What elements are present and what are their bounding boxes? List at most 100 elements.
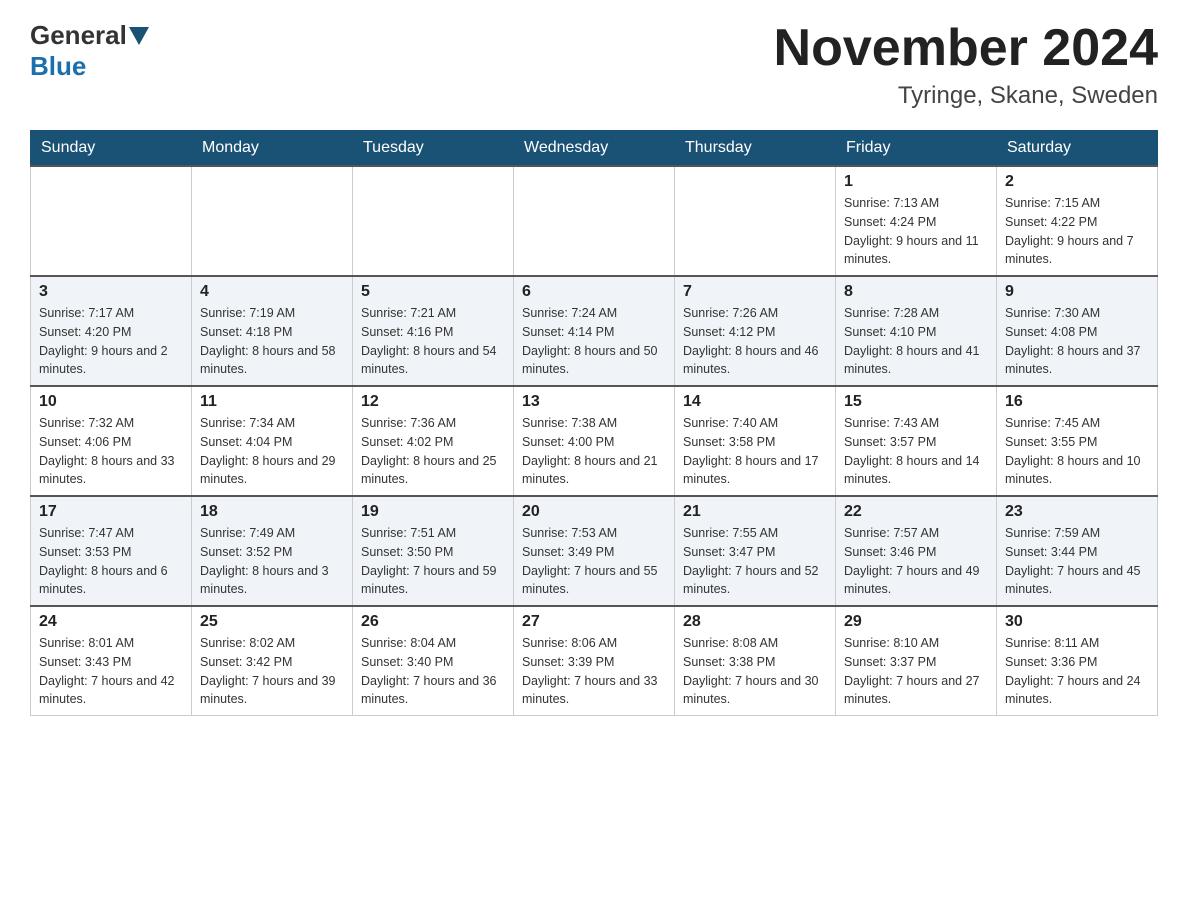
sunrise-text: Sunrise: 7:13 AM	[844, 194, 988, 213]
day-info: Sunrise: 7:51 AMSunset: 3:50 PMDaylight:…	[361, 524, 505, 599]
day-info: Sunrise: 8:11 AMSunset: 3:36 PMDaylight:…	[1005, 634, 1149, 709]
daylight-text: Daylight: 7 hours and 52 minutes.	[683, 562, 827, 600]
header-wednesday: Wednesday	[514, 131, 675, 167]
day-number: 30	[1005, 613, 1149, 631]
daylight-text: Daylight: 9 hours and 11 minutes.	[844, 232, 988, 270]
sunset-text: Sunset: 3:38 PM	[683, 653, 827, 672]
sunset-text: Sunset: 4:06 PM	[39, 433, 183, 452]
sunrise-text: Sunrise: 7:36 AM	[361, 414, 505, 433]
daylight-text: Daylight: 8 hours and 58 minutes.	[200, 342, 344, 380]
day-number: 22	[844, 503, 988, 521]
sunset-text: Sunset: 3:49 PM	[522, 543, 666, 562]
sunset-text: Sunset: 3:58 PM	[683, 433, 827, 452]
daylight-text: Daylight: 8 hours and 6 minutes.	[39, 562, 183, 600]
sunset-text: Sunset: 3:37 PM	[844, 653, 988, 672]
calendar-cell: 27Sunrise: 8:06 AMSunset: 3:39 PMDayligh…	[514, 606, 675, 716]
sunset-text: Sunset: 4:00 PM	[522, 433, 666, 452]
calendar-cell: 12Sunrise: 7:36 AMSunset: 4:02 PMDayligh…	[353, 386, 514, 496]
day-info: Sunrise: 7:57 AMSunset: 3:46 PMDaylight:…	[844, 524, 988, 599]
day-info: Sunrise: 7:59 AMSunset: 3:44 PMDaylight:…	[1005, 524, 1149, 599]
day-info: Sunrise: 7:32 AMSunset: 4:06 PMDaylight:…	[39, 414, 183, 489]
day-info: Sunrise: 7:30 AMSunset: 4:08 PMDaylight:…	[1005, 304, 1149, 379]
day-info: Sunrise: 7:38 AMSunset: 4:00 PMDaylight:…	[522, 414, 666, 489]
sunrise-text: Sunrise: 7:15 AM	[1005, 194, 1149, 213]
sunset-text: Sunset: 4:18 PM	[200, 323, 344, 342]
calendar-cell: 22 Sunrise: 7:57 AMSunset: 3:46 PMDayligh…	[836, 496, 997, 606]
day-info: Sunrise: 7:36 AMSunset: 4:02 PMDaylight:…	[361, 414, 505, 489]
calendar-header-row: Sunday Monday Tuesday Wednesday Thursday…	[31, 131, 1158, 167]
sunset-text: Sunset: 3:47 PM	[683, 543, 827, 562]
daylight-text: Daylight: 8 hours and 41 minutes.	[844, 342, 988, 380]
calendar-cell: 26 Sunrise: 8:04 AMSunset: 3:40 PMDayligh…	[353, 606, 514, 716]
calendar-cell: 23 Sunrise: 7:59 AMSunset: 3:44 PMDayligh…	[997, 496, 1158, 606]
header-friday: Friday	[836, 131, 997, 167]
day-info: Sunrise: 7:47 AMSunset: 3:53 PMDaylight:…	[39, 524, 183, 599]
daylight-text: Daylight: 9 hours and 7 minutes.	[1005, 232, 1149, 270]
sunrise-text: Sunrise: 7:38 AM	[522, 414, 666, 433]
day-info: Sunrise: 8:02 AMSunset: 3:42 PMDaylight:…	[200, 634, 344, 709]
day-number: 23	[1005, 503, 1149, 521]
sunrise-text: Sunrise: 7:40 AM	[683, 414, 827, 433]
day-info: Sunrise: 7:15 AMSunset: 4:22 PMDaylight:…	[1005, 194, 1149, 269]
header-saturday: Saturday	[997, 131, 1158, 167]
calendar-week-row-2: 3Sunrise: 7:17 AMSunset: 4:20 PMDaylight…	[31, 276, 1158, 386]
sunset-text: Sunset: 3:57 PM	[844, 433, 988, 452]
sunrise-text: Sunrise: 8:06 AM	[522, 634, 666, 653]
day-info: Sunrise: 7:45 AMSunset: 3:55 PMDaylight:…	[1005, 414, 1149, 489]
sunset-text: Sunset: 4:22 PM	[1005, 213, 1149, 232]
day-info: Sunrise: 8:01 AMSunset: 3:43 PMDaylight:…	[39, 634, 183, 709]
day-info: Sunrise: 8:08 AMSunset: 3:38 PMDaylight:…	[683, 634, 827, 709]
calendar-table: Sunday Monday Tuesday Wednesday Thursday…	[30, 130, 1158, 716]
sunrise-text: Sunrise: 7:17 AM	[39, 304, 183, 323]
day-number: 13	[522, 393, 666, 411]
calendar-cell: 20Sunrise: 7:53 AMSunset: 3:49 PMDayligh…	[514, 496, 675, 606]
daylight-text: Daylight: 7 hours and 55 minutes.	[522, 562, 666, 600]
header-tuesday: Tuesday	[353, 131, 514, 167]
daylight-text: Daylight: 7 hours and 27 minutes.	[844, 672, 988, 710]
day-info: Sunrise: 7:13 AMSunset: 4:24 PMDaylight:…	[844, 194, 988, 269]
daylight-text: Daylight: 7 hours and 33 minutes.	[522, 672, 666, 710]
daylight-text: Daylight: 8 hours and 46 minutes.	[683, 342, 827, 380]
sunset-text: Sunset: 4:12 PM	[683, 323, 827, 342]
sunrise-text: Sunrise: 7:21 AM	[361, 304, 505, 323]
day-number: 5	[361, 283, 505, 301]
day-number: 9	[1005, 283, 1149, 301]
calendar-cell: 9 Sunrise: 7:30 AMSunset: 4:08 PMDaylight…	[997, 276, 1158, 386]
day-info: Sunrise: 7:49 AMSunset: 3:52 PMDaylight:…	[200, 524, 344, 599]
day-info: Sunrise: 7:19 AMSunset: 4:18 PMDaylight:…	[200, 304, 344, 379]
calendar-cell: 10Sunrise: 7:32 AMSunset: 4:06 PMDayligh…	[31, 386, 192, 496]
daylight-text: Daylight: 7 hours and 39 minutes.	[200, 672, 344, 710]
daylight-text: Daylight: 7 hours and 45 minutes.	[1005, 562, 1149, 600]
day-info: Sunrise: 8:04 AMSunset: 3:40 PMDaylight:…	[361, 634, 505, 709]
sunrise-text: Sunrise: 7:49 AM	[200, 524, 344, 543]
day-number: 4	[200, 283, 344, 301]
calendar-cell: 5Sunrise: 7:21 AMSunset: 4:16 PMDaylight…	[353, 276, 514, 386]
day-info: Sunrise: 8:06 AMSunset: 3:39 PMDaylight:…	[522, 634, 666, 709]
day-number: 25	[200, 613, 344, 631]
sunset-text: Sunset: 4:14 PM	[522, 323, 666, 342]
sunset-text: Sunset: 3:46 PM	[844, 543, 988, 562]
daylight-text: Daylight: 8 hours and 17 minutes.	[683, 452, 827, 490]
calendar-cell: 3Sunrise: 7:17 AMSunset: 4:20 PMDaylight…	[31, 276, 192, 386]
day-number: 19	[361, 503, 505, 521]
daylight-text: Daylight: 7 hours and 59 minutes.	[361, 562, 505, 600]
calendar-cell: 7Sunrise: 7:26 AMSunset: 4:12 PMDaylight…	[675, 276, 836, 386]
logo-triangle-icon	[129, 27, 149, 45]
logo-general-text: General	[30, 20, 127, 51]
calendar-cell: 11Sunrise: 7:34 AMSunset: 4:04 PMDayligh…	[192, 386, 353, 496]
daylight-text: Daylight: 8 hours and 29 minutes.	[200, 452, 344, 490]
sunrise-text: Sunrise: 7:34 AM	[200, 414, 344, 433]
day-number: 2	[1005, 173, 1149, 191]
day-number: 11	[200, 393, 344, 411]
sunrise-text: Sunrise: 8:08 AM	[683, 634, 827, 653]
sunset-text: Sunset: 4:24 PM	[844, 213, 988, 232]
day-number: 17	[39, 503, 183, 521]
header: General Blue November 2024 Tyringe, Skan…	[30, 20, 1158, 110]
day-number: 26	[361, 613, 505, 631]
day-info: Sunrise: 7:28 AMSunset: 4:10 PMDaylight:…	[844, 304, 988, 379]
day-info: Sunrise: 7:40 AMSunset: 3:58 PMDaylight:…	[683, 414, 827, 489]
daylight-text: Daylight: 7 hours and 30 minutes.	[683, 672, 827, 710]
calendar-cell: 18Sunrise: 7:49 AMSunset: 3:52 PMDayligh…	[192, 496, 353, 606]
calendar-week-row-3: 10Sunrise: 7:32 AMSunset: 4:06 PMDayligh…	[31, 386, 1158, 496]
calendar-cell: 28Sunrise: 8:08 AMSunset: 3:38 PMDayligh…	[675, 606, 836, 716]
